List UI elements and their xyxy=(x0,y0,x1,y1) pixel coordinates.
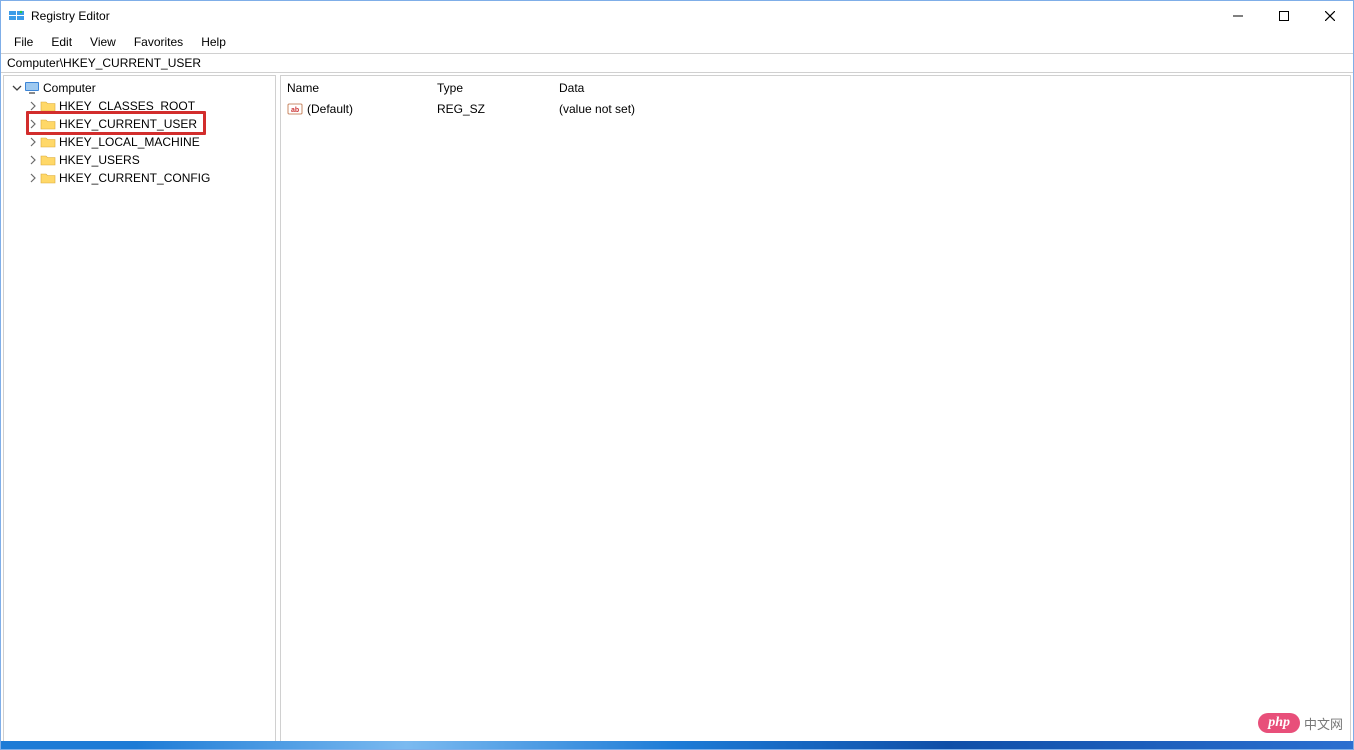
tree-label: HKEY_USERS xyxy=(59,153,140,167)
tree-node-hklm[interactable]: HKEY_LOCAL_MACHINE xyxy=(4,133,275,151)
body-panes: Computer HKEY_CLASSES_ROOT HKEY_CURREN xyxy=(1,73,1353,749)
folder-icon xyxy=(40,117,57,131)
computer-icon xyxy=(24,81,41,95)
value-data: (value not set) xyxy=(553,102,833,116)
menubar: File Edit View Favorites Help xyxy=(1,31,1353,53)
tree-node-hkcr[interactable]: HKEY_CLASSES_ROOT xyxy=(4,97,275,115)
taskbar-strip xyxy=(1,741,1353,749)
column-header-name[interactable]: Name xyxy=(281,76,431,100)
tree-node-hkcu[interactable]: HKEY_CURRENT_USER xyxy=(4,115,275,133)
maximize-button[interactable] xyxy=(1261,1,1307,31)
minimize-button[interactable] xyxy=(1215,1,1261,31)
expander-icon[interactable] xyxy=(26,117,40,131)
values-list-pane[interactable]: Name Type Data ab (Default) REG_SZ (valu… xyxy=(280,75,1351,747)
tree-pane[interactable]: Computer HKEY_CLASSES_ROOT HKEY_CURREN xyxy=(3,75,276,747)
window-title: Registry Editor xyxy=(31,9,110,23)
tree-node-computer[interactable]: Computer xyxy=(4,79,275,97)
value-type: REG_SZ xyxy=(431,102,553,116)
menu-favorites[interactable]: Favorites xyxy=(125,32,192,52)
list-row[interactable]: ab (Default) REG_SZ (value not set) xyxy=(281,100,1350,118)
window-controls xyxy=(1215,1,1353,31)
folder-icon xyxy=(40,171,57,185)
expander-icon[interactable] xyxy=(26,135,40,149)
tree-node-hkcc[interactable]: HKEY_CURRENT_CONFIG xyxy=(4,169,275,187)
address-input[interactable] xyxy=(7,56,1347,70)
folder-icon xyxy=(40,99,57,113)
tree-label: HKEY_LOCAL_MACHINE xyxy=(59,135,200,149)
tree-label: HKEY_CURRENT_USER xyxy=(59,117,197,131)
expander-icon[interactable] xyxy=(26,99,40,113)
expander-icon[interactable] xyxy=(10,81,24,95)
svg-text:ab: ab xyxy=(291,107,299,114)
menu-view[interactable]: View xyxy=(81,32,125,52)
regedit-app-icon xyxy=(9,8,25,24)
column-header-type[interactable]: Type xyxy=(431,76,553,100)
folder-icon xyxy=(40,153,57,167)
tree-label: HKEY_CLASSES_ROOT xyxy=(59,99,195,113)
list-header: Name Type Data xyxy=(281,76,1350,100)
folder-icon xyxy=(40,135,57,149)
tree-node-hku[interactable]: HKEY_USERS xyxy=(4,151,275,169)
string-value-icon: ab xyxy=(287,101,303,117)
column-header-data[interactable]: Data xyxy=(553,76,833,100)
watermark-text: 中文网 xyxy=(1304,714,1343,733)
watermark-pill: php xyxy=(1258,713,1300,733)
menu-edit[interactable]: Edit xyxy=(42,32,81,52)
menu-file[interactable]: File xyxy=(5,32,42,52)
value-name: (Default) xyxy=(307,102,353,116)
titlebar: Registry Editor xyxy=(1,1,1353,31)
expander-icon[interactable] xyxy=(26,153,40,167)
expander-icon[interactable] xyxy=(26,171,40,185)
tree-label: HKEY_CURRENT_CONFIG xyxy=(59,171,210,185)
watermark: php 中文网 xyxy=(1258,713,1343,733)
close-button[interactable] xyxy=(1307,1,1353,31)
address-bar xyxy=(1,53,1353,73)
menu-help[interactable]: Help xyxy=(192,32,235,52)
tree-label: Computer xyxy=(43,81,96,95)
registry-editor-window: Registry Editor File Edit View Favorites… xyxy=(0,0,1354,750)
